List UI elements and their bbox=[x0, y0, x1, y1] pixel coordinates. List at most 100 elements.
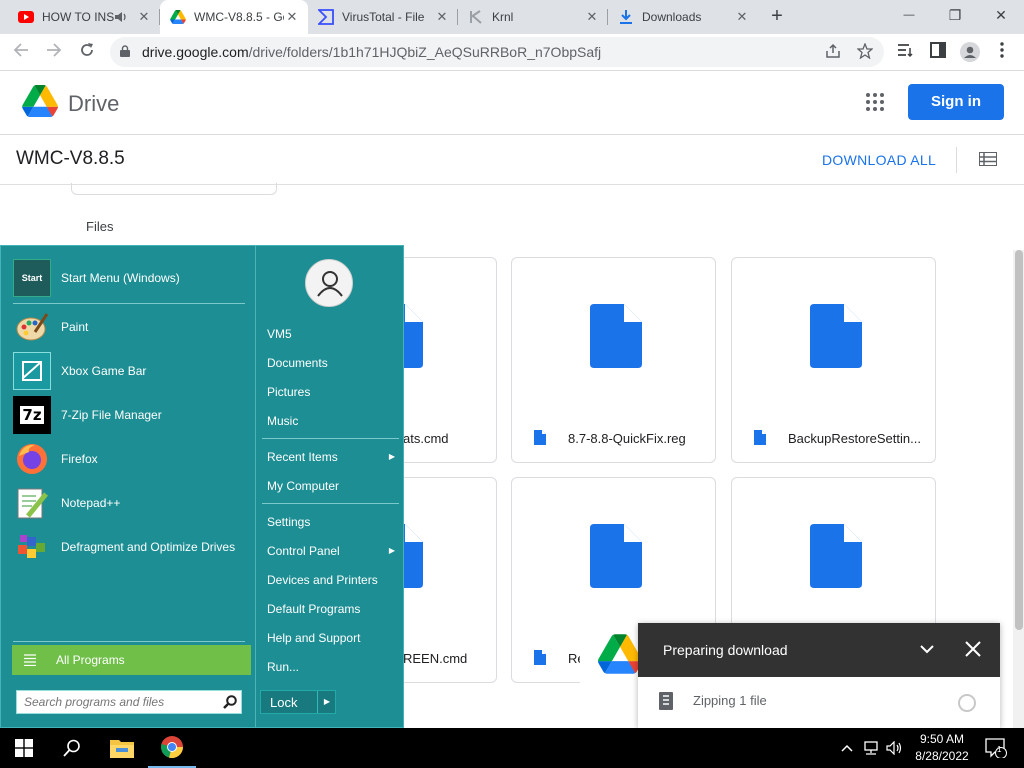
notification-icon bbox=[985, 738, 1007, 758]
bookmark-star-icon[interactable] bbox=[856, 42, 874, 61]
file-card[interactable]: 8.7-8.8-QuickFix.reg bbox=[511, 257, 716, 463]
7zip-icon-text: 7z bbox=[20, 406, 44, 424]
profile-icon[interactable] bbox=[960, 42, 980, 62]
place-control-panel[interactable]: Control Panel ▶ bbox=[267, 541, 395, 561]
tab-virustotal[interactable]: VirusTotal - File ✕ bbox=[308, 0, 458, 34]
sign-in-button[interactable]: Sign in bbox=[908, 84, 1004, 120]
chevron-down-icon[interactable] bbox=[918, 640, 936, 658]
taskbar-file-explorer[interactable] bbox=[98, 728, 146, 768]
close-icon[interactable] bbox=[964, 640, 982, 658]
user-avatar-icon[interactable] bbox=[305, 259, 353, 307]
search-input[interactable] bbox=[17, 691, 217, 713]
file-card[interactable]: BackupRestoreSettin... bbox=[731, 257, 936, 463]
program-notepad-plus-plus[interactable]: Notepad++ bbox=[13, 483, 251, 523]
place-my-computer[interactable]: My Computer bbox=[267, 476, 395, 496]
forward-button[interactable] bbox=[42, 40, 66, 64]
reading-list-icon[interactable] bbox=[896, 42, 916, 62]
arrow-left-icon bbox=[13, 43, 28, 57]
speaker-icon[interactable] bbox=[114, 11, 130, 23]
action-center-button[interactable]: 1 bbox=[980, 728, 1012, 768]
divider bbox=[262, 438, 399, 439]
file-type-icon bbox=[754, 430, 766, 445]
program-start-menu[interactable]: Start Start Menu (Windows) bbox=[13, 258, 251, 298]
place-default-programs[interactable]: Default Programs bbox=[267, 599, 395, 619]
program-paint[interactable]: Paint bbox=[13, 307, 251, 347]
program-firefox[interactable]: Firefox bbox=[13, 439, 251, 479]
list-view-icon[interactable] bbox=[979, 152, 997, 166]
place-run[interactable]: Run... bbox=[267, 657, 395, 677]
krnl-icon bbox=[468, 9, 484, 25]
windows-start-button[interactable] bbox=[0, 728, 48, 768]
virustotal-icon bbox=[318, 9, 334, 25]
network-icon bbox=[864, 741, 878, 755]
xbox-game-bar-icon bbox=[13, 352, 51, 390]
lock-button[interactable]: Lock ▶ bbox=[260, 690, 336, 714]
search-icon[interactable] bbox=[223, 695, 237, 709]
scrollbar-thumb[interactable] bbox=[1015, 250, 1023, 630]
start-menu-icon: Start bbox=[13, 259, 51, 297]
minimize-button[interactable]: — bbox=[886, 0, 932, 30]
taskbar-clock[interactable]: 9:50 AM 8/28/2022 bbox=[912, 731, 972, 765]
download-toast-title: Preparing download bbox=[663, 642, 788, 658]
place-recent-items[interactable]: Recent Items ▶ bbox=[267, 447, 395, 467]
program-label: Xbox Game Bar bbox=[61, 364, 147, 378]
tab-close-icon[interactable]: ✕ bbox=[734, 9, 750, 25]
volume-tray-icon[interactable] bbox=[884, 728, 906, 768]
place-pictures[interactable]: Pictures bbox=[267, 382, 395, 402]
loading-spinner-icon bbox=[958, 694, 976, 712]
side-panel-icon[interactable] bbox=[928, 42, 948, 62]
download-toast-header: Preparing download bbox=[638, 623, 1000, 677]
address-bar[interactable]: drive.google.com/drive/folders/1b1h71HJQ… bbox=[110, 37, 884, 67]
folder-card[interactable] bbox=[71, 183, 277, 195]
show-hidden-icons-button[interactable] bbox=[836, 728, 858, 768]
tab-krnl[interactable]: Krnl ✕ bbox=[458, 0, 608, 34]
google-drive-logo-icon[interactable] bbox=[22, 85, 58, 117]
reload-button[interactable] bbox=[75, 40, 99, 64]
place-music[interactable]: Music bbox=[267, 411, 395, 431]
all-programs-button[interactable]: All Programs bbox=[12, 645, 251, 675]
program-7zip[interactable]: 7z 7-Zip File Manager bbox=[13, 395, 251, 435]
tab-downloads[interactable]: Downloads ✕ bbox=[608, 0, 758, 34]
taskbar-chrome[interactable] bbox=[148, 728, 196, 768]
menu-kebab-icon[interactable] bbox=[992, 42, 1012, 62]
document-icon bbox=[810, 524, 862, 588]
program-defragment[interactable]: Defragment and Optimize Drives bbox=[13, 527, 251, 567]
program-xbox-game-bar[interactable]: Xbox Game Bar bbox=[13, 351, 251, 391]
tab-close-icon[interactable]: ✕ bbox=[584, 9, 600, 25]
download-all-button[interactable]: DOWNLOAD ALL bbox=[822, 152, 936, 168]
place-vm5[interactable]: VM5 bbox=[267, 324, 395, 344]
folder-bar: WMC-V8.8.5 DOWNLOAD ALL bbox=[0, 135, 1024, 185]
place-help-support[interactable]: Help and Support bbox=[267, 628, 395, 648]
share-icon[interactable] bbox=[824, 43, 842, 61]
restore-button[interactable]: ❐ bbox=[932, 0, 978, 30]
paint-icon bbox=[13, 308, 51, 346]
tab-close-icon[interactable]: ✕ bbox=[284, 9, 300, 25]
7zip-icon: 7z bbox=[13, 396, 51, 434]
tab-youtube[interactable]: HOW TO INSTALL ✕ bbox=[8, 0, 160, 34]
youtube-icon bbox=[18, 9, 34, 25]
new-tab-button[interactable]: + bbox=[766, 6, 788, 28]
speaker-icon bbox=[886, 741, 902, 755]
place-documents[interactable]: Documents bbox=[267, 353, 395, 373]
submenu-arrow-icon: ▶ bbox=[388, 546, 395, 555]
reload-icon bbox=[81, 43, 93, 56]
network-tray-icon[interactable] bbox=[860, 728, 882, 768]
tab-close-icon[interactable]: ✕ bbox=[434, 9, 450, 25]
close-window-button[interactable]: ✕ bbox=[978, 0, 1024, 30]
place-settings[interactable]: Settings bbox=[267, 512, 395, 532]
divider bbox=[262, 503, 399, 504]
drive-promo-card bbox=[580, 622, 642, 706]
google-apps-grid-icon[interactable] bbox=[866, 93, 886, 113]
program-label: Defragment and Optimize Drives bbox=[61, 539, 236, 554]
tab-close-icon[interactable]: ✕ bbox=[136, 9, 152, 25]
document-icon bbox=[810, 304, 862, 368]
program-label: 7-Zip File Manager bbox=[61, 408, 162, 422]
tab-google-drive[interactable]: WMC-V8.8.5 - Google Drive ✕ bbox=[160, 0, 308, 34]
back-button[interactable] bbox=[9, 40, 33, 64]
lock-options-arrow-icon[interactable]: ▶ bbox=[317, 691, 336, 713]
place-label: Control Panel bbox=[267, 544, 340, 558]
tab-title: VirusTotal - File bbox=[342, 10, 425, 24]
start-search-box bbox=[16, 690, 242, 714]
taskbar-search-button[interactable] bbox=[48, 728, 96, 768]
place-devices-printers[interactable]: Devices and Printers bbox=[267, 570, 395, 590]
